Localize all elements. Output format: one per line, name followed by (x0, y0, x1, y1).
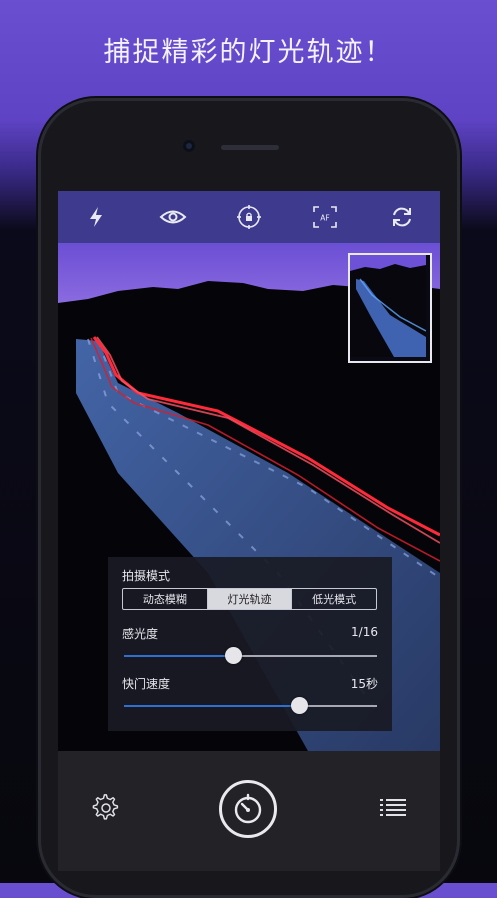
iso-label: 感光度 (122, 627, 159, 641)
shutter-speed-slider[interactable] (124, 697, 377, 714)
camera-viewfinder[interactable]: 拍摄模式 动态模糊 灯光轨迹 低光模式 感光度 1/16 快门速度 15秒 (58, 243, 440, 751)
last-photo-thumbnail[interactable] (348, 253, 432, 363)
settings-button[interactable] (92, 794, 120, 822)
headline: 捕捉精彩的灯光轨迹！ (103, 37, 394, 68)
focus-lock-icon (236, 205, 261, 229)
shutter-speed-value: 15秒 (350, 677, 378, 691)
shutter-button[interactable] (219, 780, 277, 838)
eye-icon (159, 210, 187, 224)
iso-slider-thumb[interactable] (224, 647, 242, 664)
iso-slider-fill (124, 655, 233, 657)
mode-low-light[interactable]: 低光模式 (291, 589, 376, 609)
earpiece-speaker (221, 145, 279, 150)
mode-segmented-control: 动态模糊 灯光轨迹 低光模式 (122, 588, 377, 610)
bottom-bar (58, 751, 440, 871)
flash-button[interactable] (78, 199, 114, 235)
phone-frame: AF 拍摄模式 动态模糊 灯光轨迹 低光模式 感光度 1/16 快门速度 15秒 (38, 98, 460, 898)
gear-icon (92, 794, 119, 820)
timer-shutter-icon (234, 793, 262, 824)
switch-camera-icon (392, 207, 411, 227)
list-icon (380, 799, 406, 816)
shutter-slider-fill (124, 705, 299, 707)
iso-slider[interactable] (124, 647, 377, 664)
menu-list-button[interactable] (380, 796, 406, 818)
app-screen: AF 拍摄模式 动态模糊 灯光轨迹 低光模式 感光度 1/16 快门速度 15秒 (58, 191, 440, 871)
mode-title: 拍摄模式 (122, 569, 171, 583)
mode-light-trail[interactable]: 灯光轨迹 (206, 589, 292, 609)
front-camera (183, 140, 195, 152)
camera-toolbar: AF (58, 191, 440, 243)
shutter-slider-thumb[interactable] (290, 697, 308, 714)
iso-value: 1/16 (351, 625, 378, 639)
af-icon: AF (313, 206, 338, 228)
shooting-settings-panel: 拍摄模式 动态模糊 灯光轨迹 低光模式 感光度 1/16 快门速度 15秒 (108, 557, 392, 731)
mode-motion-blur[interactable]: 动态模糊 (123, 589, 207, 609)
flash-icon (90, 207, 103, 227)
thumbnail-image (350, 255, 426, 357)
autofocus-button[interactable]: AF (307, 199, 343, 235)
shutter-speed-label: 快门速度 (122, 677, 171, 691)
af-label: AF (321, 214, 330, 223)
switch-camera-button[interactable] (384, 199, 420, 235)
focus-lock-button[interactable] (231, 199, 267, 235)
preview-eye-button[interactable] (155, 199, 191, 235)
